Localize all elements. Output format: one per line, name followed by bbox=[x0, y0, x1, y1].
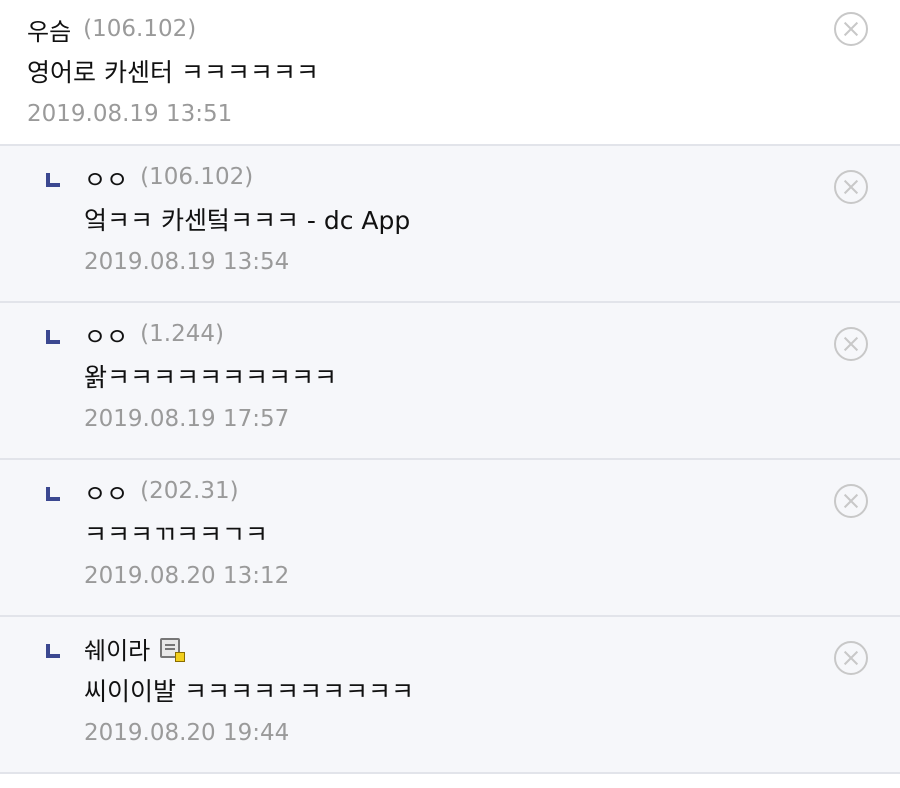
comment-date: 2019.08.20 13:12 bbox=[84, 563, 290, 589]
comment-nickname[interactable]: 우슴 bbox=[27, 12, 71, 47]
delete-comment-icon[interactable] bbox=[834, 641, 868, 675]
comment-list: 우슴 (106.102) 영어로 카센터 ㅋㅋㅋㅋㅋㅋ 2019.08.19 1… bbox=[0, 0, 900, 774]
comment-text: 씨이이발 ㅋㅋㅋㅋㅋㅋㅋㅋㅋㅋ bbox=[84, 677, 414, 706]
comment-text: 영어로 카센터 ㅋㅋㅋㅋㅋㅋ bbox=[27, 58, 319, 87]
comment-nickname[interactable]: ㅇㅇ bbox=[84, 317, 128, 352]
comment-item: 우슴 (106.102) 영어로 카센터 ㅋㅋㅋㅋㅋㅋ 2019.08.19 1… bbox=[0, 0, 900, 146]
delete-comment-icon[interactable] bbox=[834, 484, 868, 518]
comment-text: ㅋㅋㅋㄲㅋㅋㄱㅋ bbox=[84, 520, 269, 549]
delete-comment-icon[interactable] bbox=[834, 170, 868, 204]
comment-date: 2019.08.19 17:57 bbox=[84, 406, 290, 432]
comment-nickname[interactable]: 쉐이라 bbox=[84, 631, 150, 666]
comment-header: ㅇㅇ (202.31) bbox=[84, 472, 900, 510]
comment-text: 엌ㅋㅋ 카센텈ㅋㅋㅋ - dc App bbox=[84, 206, 411, 235]
comment-ip: (1.244) bbox=[140, 321, 224, 347]
reply-arrow-icon bbox=[46, 330, 60, 344]
delete-comment-icon[interactable] bbox=[834, 12, 868, 46]
comment-nickname[interactable]: ㅇㅇ bbox=[84, 160, 128, 195]
gallog-icon[interactable] bbox=[160, 638, 186, 662]
reply-arrow-icon bbox=[46, 644, 60, 658]
reply-arrow-icon bbox=[46, 173, 60, 187]
comment-header: 우슴 (106.102) bbox=[27, 10, 900, 48]
reply-arrow-icon bbox=[46, 487, 60, 501]
comment-header: 쉐이라 bbox=[84, 629, 900, 667]
comment-ip: (106.102) bbox=[140, 164, 254, 190]
comment-ip: (106.102) bbox=[83, 16, 197, 42]
reply-item: ㅇㅇ (106.102) 엌ㅋㅋ 카센텈ㅋㅋㅋ - dc App 2019.08… bbox=[0, 146, 900, 303]
reply-item: 쉐이라 씨이이발 ㅋㅋㅋㅋㅋㅋㅋㅋㅋㅋ 2019.08.20 19:44 bbox=[0, 617, 900, 774]
reply-item: ㅇㅇ (1.244) 왉ㅋㅋㅋㅋㅋㅋㅋㅋㅋㅋ 2019.08.19 17:57 bbox=[0, 303, 900, 460]
comment-ip: (202.31) bbox=[140, 478, 239, 504]
comment-date: 2019.08.19 13:54 bbox=[84, 249, 290, 275]
comment-header: ㅇㅇ (1.244) bbox=[84, 315, 900, 353]
comment-header: ㅇㅇ (106.102) bbox=[84, 158, 900, 196]
comment-date: 2019.08.20 19:44 bbox=[84, 720, 290, 746]
comment-date: 2019.08.19 13:51 bbox=[27, 101, 233, 127]
comment-text: 왉ㅋㅋㅋㅋㅋㅋㅋㅋㅋㅋ bbox=[84, 363, 338, 392]
comment-nickname[interactable]: ㅇㅇ bbox=[84, 474, 128, 509]
reply-item: ㅇㅇ (202.31) ㅋㅋㅋㄲㅋㅋㄱㅋ 2019.08.20 13:12 bbox=[0, 460, 900, 617]
delete-comment-icon[interactable] bbox=[834, 327, 868, 361]
